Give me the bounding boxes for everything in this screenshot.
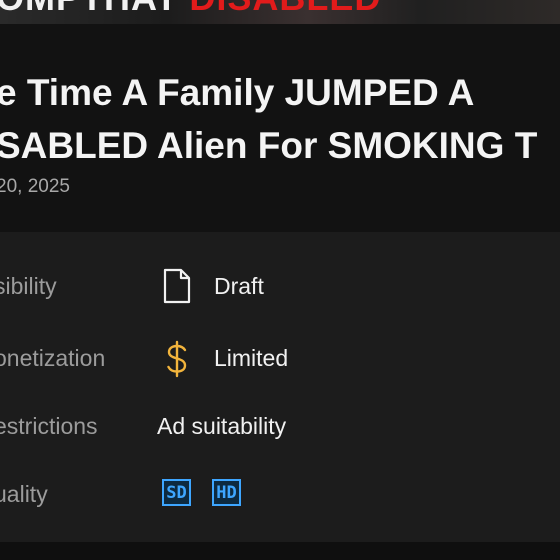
monetization-value: Limited xyxy=(214,345,289,371)
restrictions-value: Ad suitability xyxy=(157,413,287,439)
dollar-icon xyxy=(164,340,190,383)
upload-date: 20, 2025 xyxy=(0,176,70,197)
thumbnail-caption: OMPTHAT DISABLED xyxy=(0,0,381,18)
sd-quality-icon: SD xyxy=(162,479,191,506)
hd-quality-icon: HD xyxy=(212,479,241,506)
visibility-value: Draft xyxy=(214,273,264,299)
video-header: e Time A Family JUMPED A SABLED Alien Fo… xyxy=(0,24,560,232)
video-thumbnail[interactable]: OMPTHAT DISABLED xyxy=(0,0,560,24)
video-details-panel: sibility Draft onetization Limited estri… xyxy=(0,232,560,542)
bottom-section xyxy=(0,542,560,560)
monetization-row[interactable]: onetization Limited xyxy=(0,338,560,378)
visibility-label: sibility xyxy=(0,273,57,299)
draft-document-icon xyxy=(162,268,192,309)
video-title: e Time A Family JUMPED A SABLED Alien Fo… xyxy=(0,72,538,166)
quality-row: uality SD HD xyxy=(0,474,560,514)
quality-label: uality xyxy=(0,481,48,507)
monetization-label: onetization xyxy=(0,345,106,371)
visibility-row[interactable]: sibility Draft xyxy=(0,266,560,306)
restrictions-row[interactable]: estrictions Ad suitability xyxy=(0,406,560,446)
restrictions-label: estrictions xyxy=(0,413,98,439)
